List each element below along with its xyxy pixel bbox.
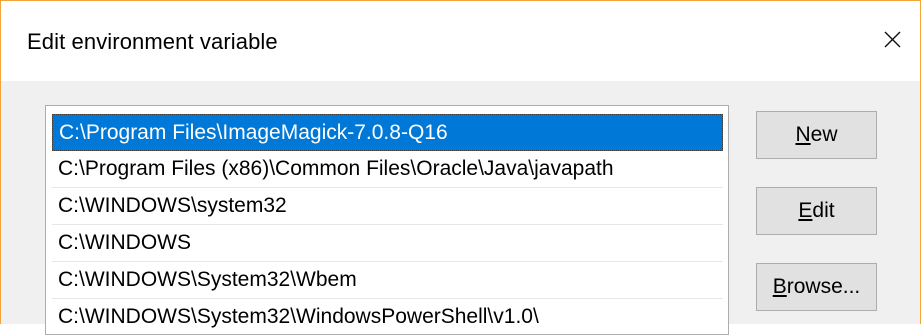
- path-list[interactable]: C:\Program Files\ImageMagick-7.0.8-Q16 C…: [45, 105, 729, 335]
- edit-button[interactable]: Edit: [756, 187, 877, 235]
- browse-label: rowse...: [786, 275, 861, 298]
- path-list-item[interactable]: C:\WINDOWS\System32\Wbem: [52, 262, 723, 299]
- path-list-item[interactable]: C:\WINDOWS: [52, 225, 723, 262]
- dialog-title: Edit environment variable: [27, 29, 278, 54]
- edit-accelerator: E: [798, 199, 813, 222]
- edit-environment-variable-dialog: Edit environment variable C:\Program Fil…: [0, 0, 921, 335]
- browse-button[interactable]: Browse...: [756, 263, 877, 311]
- path-list-item[interactable]: C:\Program Files (x86)\Common Files\Orac…: [52, 151, 723, 188]
- close-icon: [884, 31, 901, 48]
- edit-label: dit: [812, 199, 835, 222]
- path-list-item[interactable]: C:\WINDOWS\system32: [52, 188, 723, 225]
- new-label: ew: [810, 123, 838, 146]
- new-button[interactable]: New: [756, 111, 877, 159]
- path-list-item[interactable]: C:\WINDOWS\System32\WindowsPowerShell\v1…: [52, 299, 723, 334]
- new-accelerator: N: [795, 123, 811, 146]
- browse-accelerator: B: [772, 275, 787, 298]
- close-button[interactable]: [864, 11, 920, 67]
- path-list-item[interactable]: C:\Program Files\ImageMagick-7.0.8-Q16: [52, 114, 723, 151]
- title-bar[interactable]: Edit environment variable: [1, 1, 920, 81]
